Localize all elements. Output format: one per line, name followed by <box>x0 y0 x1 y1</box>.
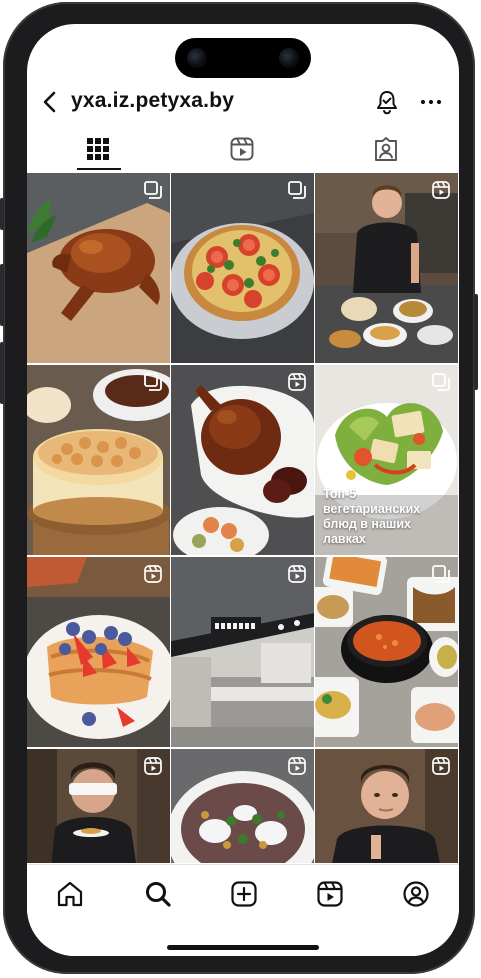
chevron-left-icon[interactable] <box>37 88 63 116</box>
post-image <box>315 173 458 363</box>
reels-icon <box>288 373 306 391</box>
reels-icon <box>288 757 306 775</box>
reels-icon <box>288 565 306 583</box>
reels-icon[interactable] <box>315 879 345 909</box>
power-button <box>474 294 478 390</box>
reels-icon <box>432 181 450 199</box>
post-image <box>27 557 170 747</box>
phone-frame: yxa.iz.petyxa.by Топ-5 вегетарианских бл… <box>0 2 478 974</box>
post-tile[interactable] <box>27 557 170 747</box>
post-tile[interactable] <box>171 749 314 863</box>
camera-lens <box>187 48 207 68</box>
tab-grid[interactable] <box>27 128 171 172</box>
tab-tagged[interactable] <box>315 128 459 172</box>
post-image <box>27 365 170 555</box>
active-tab-indicator <box>77 168 121 170</box>
carousel-icon <box>288 181 306 199</box>
post-image <box>171 365 314 555</box>
post-image <box>171 173 314 363</box>
home-indicator[interactable] <box>167 945 319 950</box>
post-image <box>171 557 314 747</box>
carousel-icon <box>432 373 450 391</box>
post-image <box>27 173 170 363</box>
carousel-icon <box>144 181 162 199</box>
post-tile[interactable] <box>171 365 314 555</box>
post-tile[interactable] <box>27 365 170 555</box>
post-caption: Топ-5 вегетарианских блюд в наших лавках <box>323 487 421 546</box>
profile-tabs <box>27 128 459 172</box>
screen: yxa.iz.petyxa.by Топ-5 вегетарианских бл… <box>27 24 459 956</box>
post-tile[interactable] <box>171 557 314 747</box>
profile-icon[interactable] <box>401 879 431 909</box>
profile-username: yxa.iz.petyxa.by <box>71 89 235 112</box>
tagged-icon <box>375 137 397 161</box>
sensor <box>279 48 299 68</box>
grid-icon <box>87 138 109 160</box>
post-tile[interactable] <box>171 173 314 363</box>
bottom-navigation <box>27 864 459 956</box>
post-image <box>315 557 458 747</box>
dynamic-island <box>175 38 311 78</box>
reels-icon <box>230 137 254 161</box>
more-dots-icon[interactable] <box>417 88 445 116</box>
reels-icon <box>144 565 162 583</box>
post-tile[interactable]: Топ-5 вегетарианских блюд в наших лавках <box>315 365 458 555</box>
search-icon[interactable] <box>143 879 173 909</box>
post-tile[interactable] <box>27 173 170 363</box>
posts-grid: Топ-5 вегетарианских блюд в наших лавках <box>27 173 459 863</box>
reels-icon <box>432 757 450 775</box>
post-tile[interactable] <box>315 749 458 863</box>
volume-up-button <box>0 264 4 326</box>
tab-reels[interactable] <box>171 128 315 172</box>
action-button <box>0 198 4 230</box>
volume-down-button <box>0 342 4 404</box>
carousel-icon <box>144 373 162 391</box>
home-icon[interactable] <box>55 879 85 909</box>
carousel-icon <box>432 565 450 583</box>
post-tile[interactable] <box>27 749 170 863</box>
profile-header: yxa.iz.petyxa.by <box>27 82 459 122</box>
post-tile[interactable] <box>315 173 458 363</box>
bell-check-icon[interactable] <box>373 88 401 116</box>
reels-icon <box>144 757 162 775</box>
post-tile[interactable] <box>315 557 458 747</box>
plus-square-icon[interactable] <box>229 879 259 909</box>
